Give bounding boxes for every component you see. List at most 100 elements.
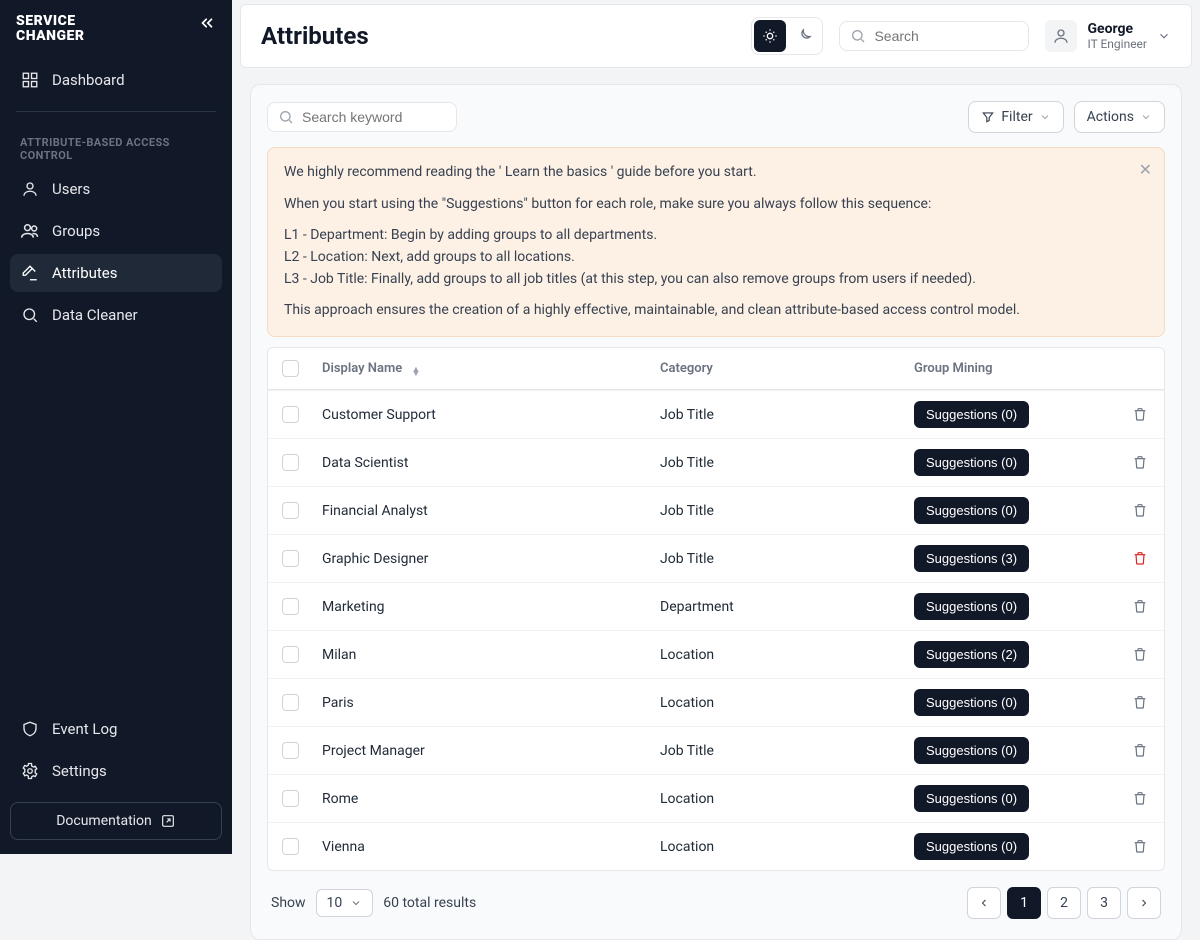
row-checkbox[interactable]: [282, 790, 299, 807]
delete-button[interactable]: [1130, 452, 1150, 472]
col-header-group-mining[interactable]: Group Mining: [914, 361, 1110, 376]
info-text: L1 - Department: Begin by adding groups …: [284, 225, 1148, 247]
cell-display-name: Rome: [322, 791, 660, 807]
keyword-search[interactable]: [267, 102, 457, 132]
delete-button[interactable]: [1130, 548, 1150, 568]
row-checkbox[interactable]: [282, 742, 299, 759]
global-search[interactable]: [839, 21, 1029, 51]
avatar: [1045, 20, 1077, 52]
page-3[interactable]: 3: [1087, 887, 1121, 919]
suggestions-button[interactable]: Suggestions (0): [914, 593, 1029, 620]
row-checkbox[interactable]: [282, 838, 299, 855]
global-search-input[interactable]: [874, 28, 1018, 44]
suggestions-button[interactable]: Suggestions (0): [914, 833, 1029, 860]
suggestions-button[interactable]: Suggestions (0): [914, 785, 1029, 812]
row-checkbox[interactable]: [282, 406, 299, 423]
cell-category: Location: [660, 791, 914, 807]
cell-display-name: Data Scientist: [322, 455, 660, 471]
sidebar-item-event-log[interactable]: Event Log: [10, 710, 222, 748]
delete-button[interactable]: [1130, 500, 1150, 520]
sidebar-item-label: Dashboard: [52, 71, 125, 89]
search-icon: [850, 28, 866, 44]
info-text: When you start using the "Suggestions" b…: [284, 194, 1148, 216]
keyword-search-input[interactable]: [302, 109, 446, 125]
suggestions-button[interactable]: Suggestions (2): [914, 641, 1029, 668]
suggestions-button[interactable]: Suggestions (0): [914, 689, 1029, 716]
sidebar-item-label: Data Cleaner: [52, 306, 138, 324]
select-all-checkbox[interactable]: [282, 360, 299, 377]
delete-button[interactable]: [1130, 836, 1150, 856]
page-2[interactable]: 2: [1047, 887, 1081, 919]
sidebar-item-dashboard[interactable]: Dashboard: [10, 61, 222, 99]
filter-icon: [981, 110, 995, 124]
documentation-label: Documentation: [56, 813, 152, 829]
delete-button[interactable]: [1130, 740, 1150, 760]
header: Attributes George: [240, 4, 1192, 68]
data-cleaner-icon: [20, 305, 40, 325]
sidebar-divider: [16, 111, 216, 112]
row-checkbox[interactable]: [282, 502, 299, 519]
sidebar-collapse-button[interactable]: [198, 14, 216, 32]
suggestions-button[interactable]: Suggestions (0): [914, 449, 1029, 476]
main: Attributes George: [232, 0, 1200, 854]
row-checkbox[interactable]: [282, 598, 299, 615]
info-text: We highly recommend reading the ' Learn …: [284, 162, 1148, 184]
info-text: This approach ensures the creation of a …: [284, 300, 1148, 322]
delete-button[interactable]: [1130, 644, 1150, 664]
col-header-category[interactable]: Category: [660, 361, 914, 376]
page-prev[interactable]: [967, 887, 1001, 919]
info-close-button[interactable]: ✕: [1139, 158, 1152, 183]
sidebar-item-users[interactable]: Users: [10, 170, 222, 208]
delete-button[interactable]: [1130, 404, 1150, 424]
delete-button[interactable]: [1130, 596, 1150, 616]
cell-display-name: Paris: [322, 695, 660, 711]
user-menu[interactable]: George IT Engineer: [1045, 20, 1171, 52]
table-row: Financial AnalystJob TitleSuggestions (0…: [268, 486, 1164, 534]
sidebar-item-data-cleaner[interactable]: Data Cleaner: [10, 296, 222, 334]
search-icon: [278, 109, 294, 125]
users-icon: [20, 221, 40, 241]
delete-button[interactable]: [1130, 788, 1150, 808]
page-size-value: 10: [327, 895, 343, 911]
cell-display-name: Marketing: [322, 599, 660, 615]
theme-light-button[interactable]: [754, 20, 786, 52]
documentation-button[interactable]: Documentation: [10, 802, 222, 840]
row-checkbox[interactable]: [282, 694, 299, 711]
shield-icon: [20, 719, 40, 739]
sidebar-section-label: ATTRIBUTE-BASED ACCESS CONTROL: [10, 122, 222, 168]
cell-category: Department: [660, 599, 914, 615]
info-text: L2 - Location: Next, add groups to all l…: [284, 247, 1148, 269]
cell-display-name: Financial Analyst: [322, 503, 660, 519]
suggestions-button[interactable]: Suggestions (3): [914, 545, 1029, 572]
cell-category: Location: [660, 647, 914, 663]
chevron-down-icon: [350, 897, 362, 909]
page-1[interactable]: 1: [1007, 887, 1041, 919]
cell-display-name: Customer Support: [322, 407, 660, 423]
table-row: RomeLocationSuggestions (0): [268, 774, 1164, 822]
sidebar-item-attributes[interactable]: Attributes: [10, 254, 222, 292]
suggestions-button[interactable]: Suggestions (0): [914, 497, 1029, 524]
delete-button[interactable]: [1130, 692, 1150, 712]
actions-button[interactable]: Actions: [1074, 101, 1165, 133]
row-checkbox[interactable]: [282, 646, 299, 663]
filter-button[interactable]: Filter: [968, 101, 1063, 133]
row-checkbox[interactable]: [282, 550, 299, 567]
show-label: Show: [271, 895, 306, 911]
page-next[interactable]: [1127, 887, 1161, 919]
cell-display-name: Project Manager: [322, 743, 660, 759]
suggestions-button[interactable]: Suggestions (0): [914, 737, 1029, 764]
user-name: George: [1087, 21, 1147, 37]
sidebar-item-label: Settings: [52, 762, 107, 780]
row-checkbox[interactable]: [282, 454, 299, 471]
sidebar-item-settings[interactable]: Settings: [10, 752, 222, 790]
pagination: 123: [967, 887, 1161, 919]
page-size-select[interactable]: 10: [316, 889, 374, 917]
page-title: Attributes: [261, 22, 735, 50]
theme-dark-button[interactable]: [788, 20, 820, 52]
external-link-icon: [160, 813, 176, 829]
theme-toggle: [751, 17, 823, 55]
sidebar-item-groups[interactable]: Groups: [10, 212, 222, 250]
suggestions-button[interactable]: Suggestions (0): [914, 401, 1029, 428]
table-row: MarketingDepartmentSuggestions (0): [268, 582, 1164, 630]
col-header-display-name[interactable]: Display Name ▲▼: [322, 361, 660, 377]
